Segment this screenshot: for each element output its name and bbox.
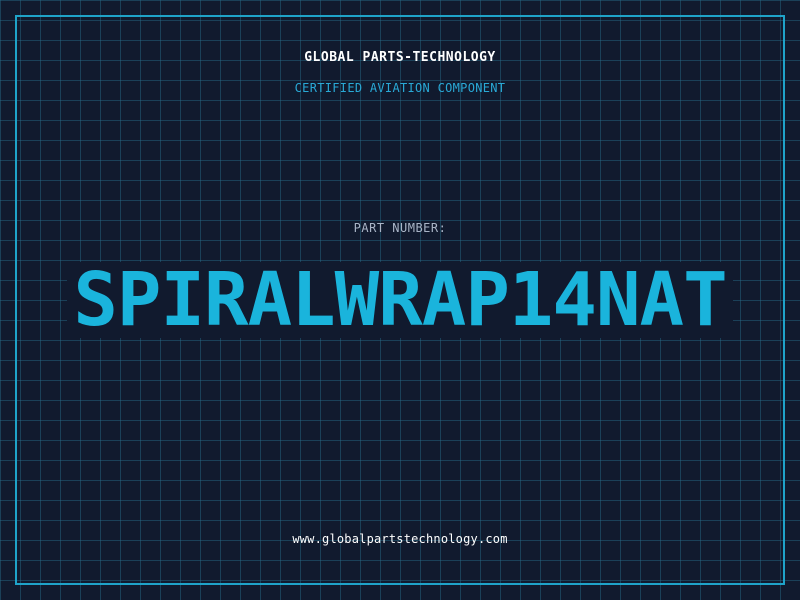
part-number: SPIRALWRAP14NAT xyxy=(67,262,733,338)
website-url: www.globalpartstechnology.com xyxy=(292,532,508,546)
part-number-container: SPIRALWRAP14NAT xyxy=(40,262,760,338)
company-name: GLOBAL PARTS-TECHNOLOGY xyxy=(304,50,496,65)
label-card: GLOBAL PARTS-TECHNOLOGY CERTIFIED AVIATI… xyxy=(0,0,800,600)
part-number-label: PART NUMBER: xyxy=(353,221,447,235)
tagline: CERTIFIED AVIATION COMPONENT xyxy=(294,81,506,95)
